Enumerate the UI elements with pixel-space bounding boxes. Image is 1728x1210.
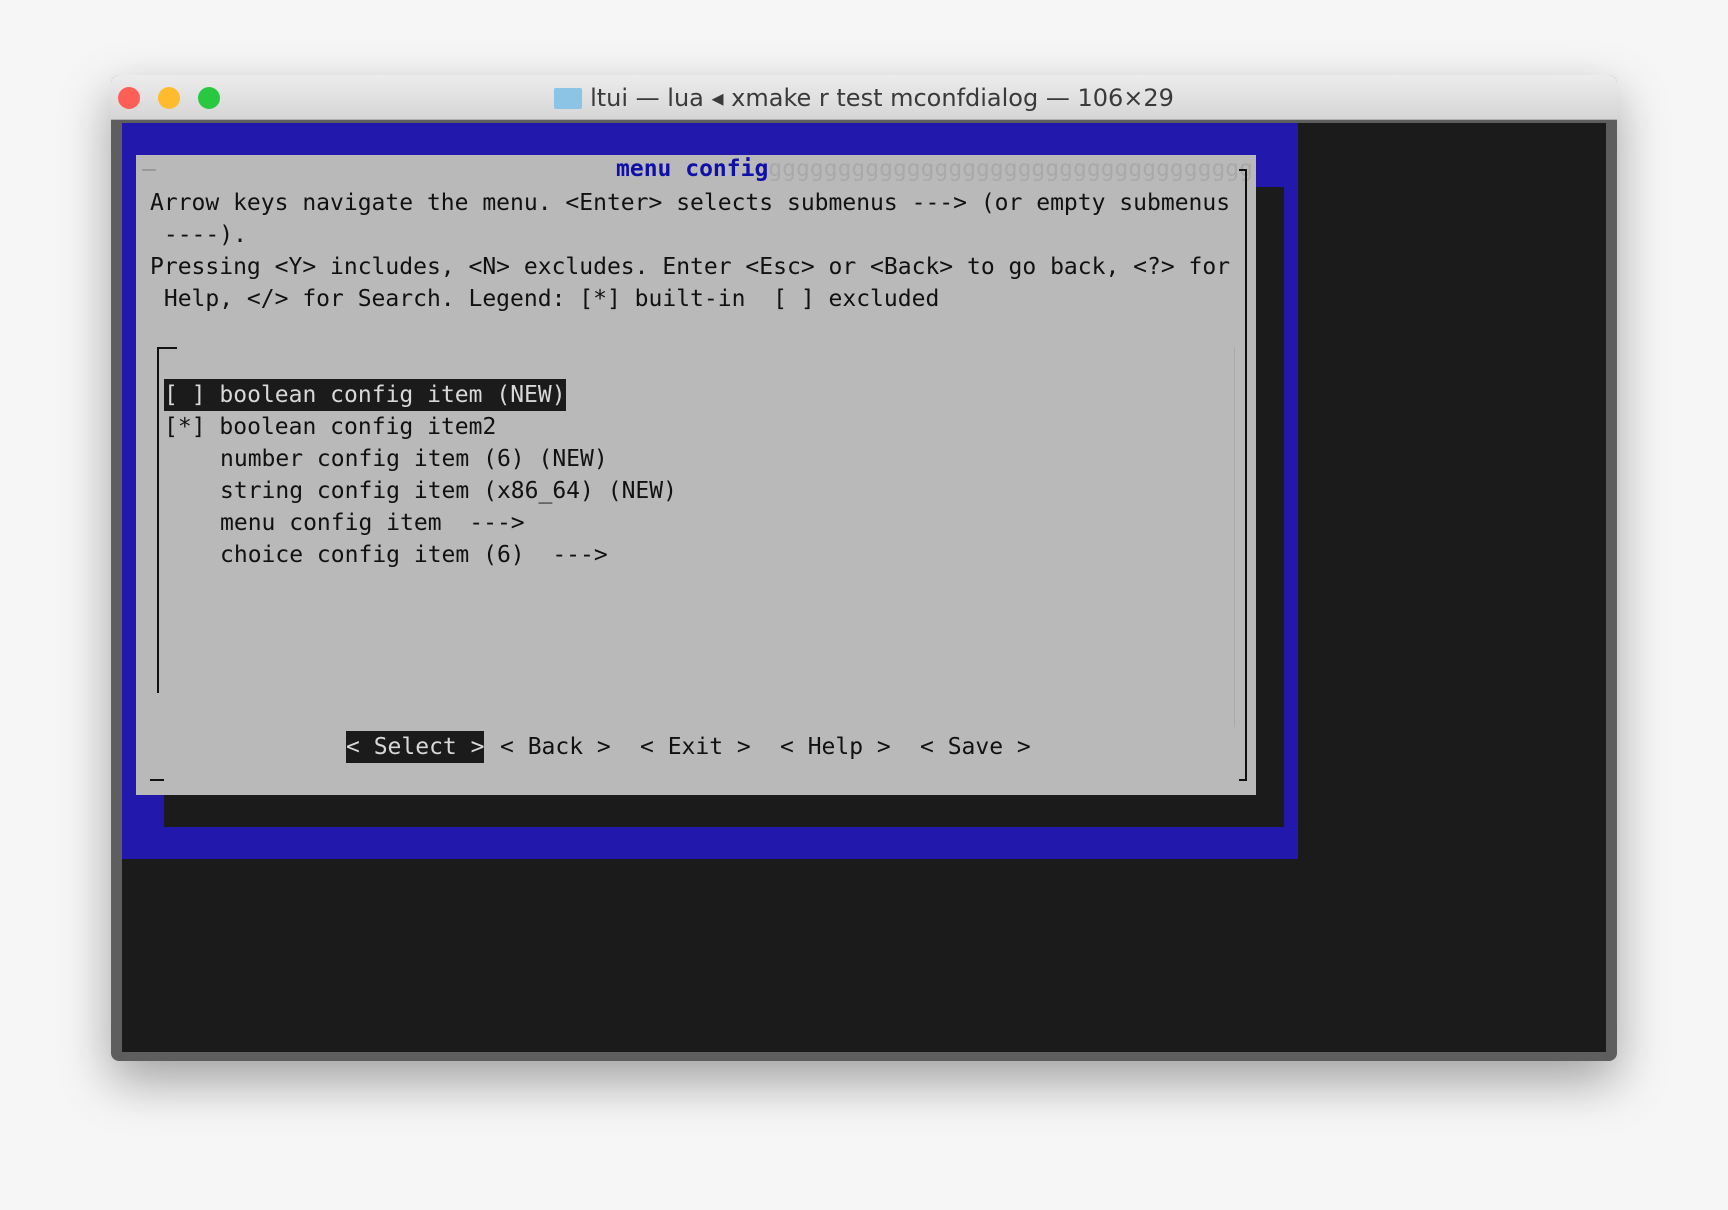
title-fill: ggggggggggggggggggggggggggggggggggg [768,156,1253,182]
menu-item[interactable]: number config item (6) (NEW) [220,443,608,475]
dialog-title-row: menu configggggggggggggggggggggggggggggg… [616,153,1253,185]
menu-item[interactable]: [*] boolean config item2 [164,411,496,443]
help-line: Pressing <Y> includes, <N> excludes. Ent… [150,254,1231,280]
help-button[interactable]: < Help > [780,731,891,763]
terminal-window: ltui — lua ◂ xmake r test mconfdialog — … [111,75,1617,1061]
save-button[interactable]: < Save > [920,731,1031,763]
select-button[interactable]: < Select > [346,731,485,763]
back-button[interactable]: < Back > [500,731,611,763]
title-bar: ltui — lua ◂ xmake r test mconfdialog — … [111,75,1617,120]
item-label: boolean config item (NEW) [219,382,566,408]
dialog-title: menu config [616,156,769,182]
menuconf-dialog: menu configggggggggggggggggggggggggggggg… [136,155,1256,795]
dialog-right-border [1245,169,1247,721]
menu-box-right-border [1234,347,1235,727]
help-line: Arrow keys navigate the menu. <Enter> se… [150,190,1231,216]
menu-item[interactable]: menu config item ---> [220,507,525,539]
folder-icon [554,88,583,109]
help-line: Help, </> for Search. Legend: [*] built-… [150,286,940,312]
terminal-screen[interactable]: menu configggggggggggggggggggggggggggggg… [122,123,1606,1052]
menu-box-corner-tl [157,347,177,349]
window-title-text: ltui — lua ◂ xmake r test mconfdialog — … [590,84,1174,112]
item-label: boolean config item2 [219,414,497,440]
border-corner-bl [150,779,164,781]
window-title: ltui — lua ◂ xmake r test mconfdialog — … [111,84,1617,112]
item-prefix: [*] [164,414,206,440]
border-corner-tr [1239,169,1247,171]
menu-box-left-border [157,347,159,693]
border-corner-tl [142,169,156,171]
exit-button[interactable]: < Exit > [640,731,751,763]
menu-item-selected[interactable]: [ ] boolean config item (NEW) [164,379,566,411]
help-line: ----). [150,222,247,248]
item-prefix: [ ] [164,382,206,408]
menu-item[interactable]: choice config item (6) ---> [220,539,608,571]
dialog-right-border-lower [1245,721,1247,781]
menu-item[interactable]: string config item (x86_64) (NEW) [220,475,677,507]
